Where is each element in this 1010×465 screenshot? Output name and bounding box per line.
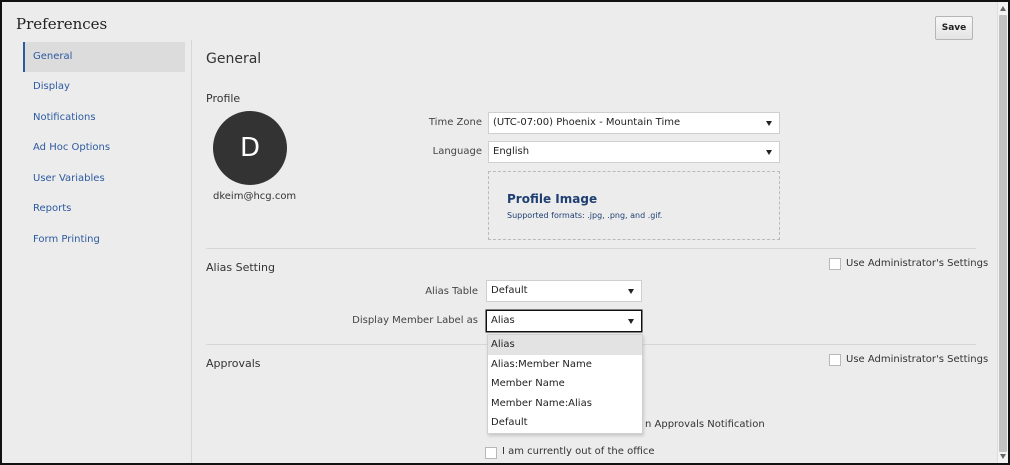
scroll-down-icon[interactable] <box>1000 454 1006 459</box>
sidebar-item-form-printing[interactable]: Form Printing <box>23 225 185 255</box>
display-member-select[interactable]: Alias <box>486 310 642 332</box>
section-divider <box>206 248 976 249</box>
display-member-value: Alias <box>491 315 515 326</box>
profile-image-formats: Supported formats: .jpg, .png, and .gif. <box>507 211 663 220</box>
display-member-label: Display Member Label as <box>352 315 478 326</box>
save-button[interactable]: Save <box>935 16 973 40</box>
app-title: Preferences <box>16 15 108 33</box>
display-member-dropdown-list: Alias Alias:Member Name Member Name Memb… <box>487 334 643 434</box>
sidebar-item-display[interactable]: Display <box>23 72 185 102</box>
time-zone-label: Time Zone <box>428 117 482 128</box>
chevron-down-icon <box>628 319 634 324</box>
dropdown-option-default[interactable]: Default <box>488 413 642 433</box>
sidebar-item-ad-hoc-options[interactable]: Ad Hoc Options <box>23 133 185 163</box>
alias-table-value: Default <box>491 285 528 296</box>
sidebar-divider <box>191 40 192 463</box>
chevron-down-icon <box>766 121 772 126</box>
alias-table-select[interactable]: Default <box>486 280 642 302</box>
avatar: D <box>213 111 287 185</box>
approvals-section-title: Approvals <box>206 357 261 370</box>
time-zone-select[interactable]: (UTC-07:00) Phoenix - Mountain Time <box>488 112 780 134</box>
vertical-scrollbar[interactable] <box>997 2 1008 463</box>
alias-table-label: Alias Table <box>425 286 478 297</box>
approvals-notification-label: n Approvals Notification <box>645 419 765 430</box>
dropdown-option-alias[interactable]: Alias <box>488 335 642 355</box>
dropdown-option-member-name-alias[interactable]: Member Name:Alias <box>488 394 642 414</box>
sidebar-item-user-variables[interactable]: User Variables <box>23 164 185 194</box>
out-of-office-label: I am currently out of the office <box>502 446 655 457</box>
preferences-window: Preferences Save General Display Notific… <box>0 0 1010 465</box>
language-select[interactable]: English <box>488 141 780 163</box>
user-email: dkeim@hcg.com <box>213 191 297 202</box>
chevron-down-icon <box>766 150 772 155</box>
language-value: English <box>493 146 530 157</box>
profile-image-dropzone[interactable]: Profile Image Supported formats: .jpg, .… <box>488 171 780 240</box>
language-label: Language <box>432 146 482 157</box>
time-zone-value: (UTC-07:00) Phoenix - Mountain Time <box>493 117 681 128</box>
chevron-down-icon <box>628 289 634 294</box>
alias-use-admin-label: Use Administrator's Settings <box>846 258 989 269</box>
sidebar-item-notifications[interactable]: Notifications <box>23 103 185 133</box>
scroll-thumb[interactable] <box>999 15 1007 452</box>
page-title: General <box>206 51 262 67</box>
profile-section-title: Profile <box>206 92 241 105</box>
sidebar-item-reports[interactable]: Reports <box>23 194 185 224</box>
approvals-use-admin-label: Use Administrator's Settings <box>846 354 989 365</box>
sidebar-item-general[interactable]: General <box>23 42 185 72</box>
alias-section-title: Alias Setting <box>206 261 275 274</box>
alias-use-admin-checkbox[interactable] <box>829 258 841 270</box>
out-of-office-checkbox[interactable] <box>485 447 497 459</box>
dropdown-option-alias-member-name[interactable]: Alias:Member Name <box>488 355 642 375</box>
scroll-up-icon[interactable] <box>1000 6 1006 11</box>
approvals-use-admin-checkbox[interactable] <box>829 354 841 366</box>
dropdown-option-member-name[interactable]: Member Name <box>488 374 642 394</box>
profile-image-title: Profile Image <box>507 192 598 206</box>
